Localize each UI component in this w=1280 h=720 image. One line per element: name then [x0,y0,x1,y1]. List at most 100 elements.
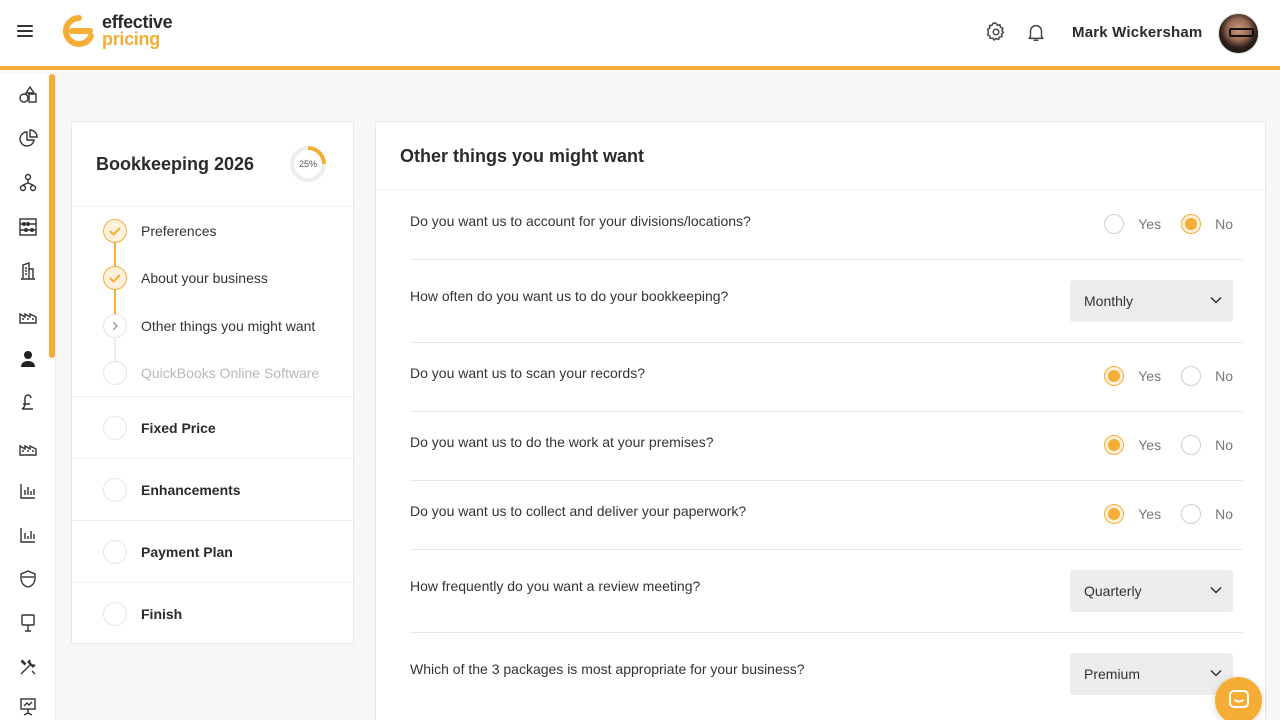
substep-label: Preferences [141,223,217,239]
radio-no[interactable]: No [1181,504,1233,524]
steps-header: Bookkeeping 2026 25% [72,122,353,207]
bar-chart-alt-icon[interactable] [18,525,38,545]
question-text: Do you want us to account for your divis… [410,213,751,229]
building-icon[interactable] [18,261,38,281]
radio-yes[interactable]: Yes [1104,366,1161,386]
section-label: Enhancements [141,482,241,498]
step-circle [103,416,127,440]
gear-icon[interactable] [985,21,1007,43]
user-icon[interactable] [18,349,38,369]
radio-yes[interactable]: Yes [1104,504,1161,524]
radio-no[interactable]: No [1181,214,1233,234]
question-text: Do you want us to scan your records? [410,365,646,381]
check-icon [103,219,127,243]
factory-alt-icon[interactable] [18,437,38,457]
substep-quickbooks[interactable]: QuickBooks Online Software [72,358,355,388]
menu-toggle-icon[interactable] [17,25,33,39]
rail-scrollbar[interactable] [49,74,55,358]
icon-rail [0,74,56,720]
radio-yes-label: Yes [1138,216,1162,232]
substep-preferences[interactable]: Preferences [72,216,355,246]
top-header: effective pricing Mark Wickersham [0,0,1280,70]
review-meeting-select[interactable]: Quarterly [1070,570,1233,612]
shapes-icon[interactable] [18,85,38,105]
chat-launcher-button[interactable] [1215,677,1262,720]
radio-no[interactable]: No [1181,366,1233,386]
step-circle [103,540,127,564]
card-header: Other things you might want [376,122,1265,190]
pound-icon[interactable] [18,393,38,413]
questions-card: Other things you might want Do you want … [375,121,1266,720]
avatar[interactable] [1218,13,1259,54]
chevron-down-icon [1210,669,1222,677]
substep-other-things[interactable]: Other things you might want [72,311,355,341]
page-title: Other things you might want [400,146,644,166]
question-text: How often do you want us to do your book… [410,288,729,304]
radio-no[interactable]: No [1181,435,1233,455]
package-select[interactable]: Premium [1070,653,1233,695]
check-icon [103,266,127,290]
radio-dot[interactable] [1104,435,1125,455]
brand-logo[interactable]: effective pricing [62,13,173,49]
radio-yes-label: Yes [1138,368,1162,384]
progress-label: 25% [298,159,317,169]
radio-no-label: No [1215,216,1233,232]
radio-dot[interactable] [1181,214,1202,234]
question-row: Do you want us to account for your divis… [410,191,1243,260]
radio-dot[interactable] [1181,366,1202,386]
user-name[interactable]: Mark Wickersham [1072,24,1202,41]
chat-icon [1229,690,1249,708]
radio-yes[interactable]: Yes [1104,435,1161,455]
select-value: Monthly [1084,293,1134,309]
question-row: How frequently do you want a review meet… [410,550,1243,633]
abacus-icon[interactable] [18,217,38,237]
tools-icon[interactable] [18,657,38,677]
shield-icon[interactable] [18,569,38,589]
factory-icon[interactable] [18,305,38,325]
section-label: Fixed Price [141,420,216,436]
radio-dot[interactable] [1104,366,1125,386]
org-chart-icon[interactable] [18,173,38,193]
step-circle [103,361,127,385]
radio-yes-label: Yes [1138,437,1162,453]
section-enhancements[interactable]: Enhancements [72,459,353,521]
section-finish[interactable]: Finish [72,583,353,645]
substep-label: Other things you might want [141,318,316,334]
substep-label: QuickBooks Online Software [141,365,320,381]
question-text: Do you want us to collect and deliver yo… [410,503,747,519]
radio-dot[interactable] [1181,504,1202,524]
pie-chart-icon[interactable] [18,129,38,149]
yes-no-group: Yes No [1104,504,1233,524]
section-payment-plan[interactable]: Payment Plan [72,521,353,583]
logo-mark-icon [63,15,94,47]
substep-about-business[interactable]: About your business [72,263,355,293]
sign-icon[interactable] [18,613,38,633]
radio-no-label: No [1215,368,1233,384]
select-value: Premium [1084,666,1141,682]
chevron-down-icon [1210,586,1222,594]
question-row: Which of the 3 packages is most appropri… [410,633,1243,716]
presentation-icon[interactable] [18,697,38,717]
service-title: Bookkeeping 2026 [96,154,255,174]
question-text: How frequently do you want a review meet… [410,578,701,594]
radio-yes[interactable]: Yes [1104,214,1161,234]
radio-dot[interactable] [1104,504,1125,524]
chevron-right-icon [103,314,127,338]
bookkeeping-frequency-select[interactable]: Monthly [1070,280,1233,322]
bar-chart-icon[interactable] [18,481,38,501]
section-label: Finish [141,606,183,622]
yes-no-group: Yes No [1104,214,1233,234]
section-label: Payment Plan [141,544,233,560]
step-circle [103,478,127,502]
question-row: Do you want us to scan your records? Yes… [410,343,1243,412]
step-circle [103,602,127,626]
section-fixed-price[interactable]: Fixed Price [72,397,353,459]
radio-dot[interactable] [1104,214,1125,234]
select-value: Quarterly [1084,583,1142,599]
radio-dot[interactable] [1181,435,1202,455]
question-row: Do you want us to do the work at your pr… [410,412,1243,481]
bell-icon[interactable] [1025,21,1047,43]
brand-line-2: pricing [102,29,160,49]
radio-yes-label: Yes [1138,506,1162,522]
question-text: Which of the 3 packages is most appropri… [410,661,805,677]
